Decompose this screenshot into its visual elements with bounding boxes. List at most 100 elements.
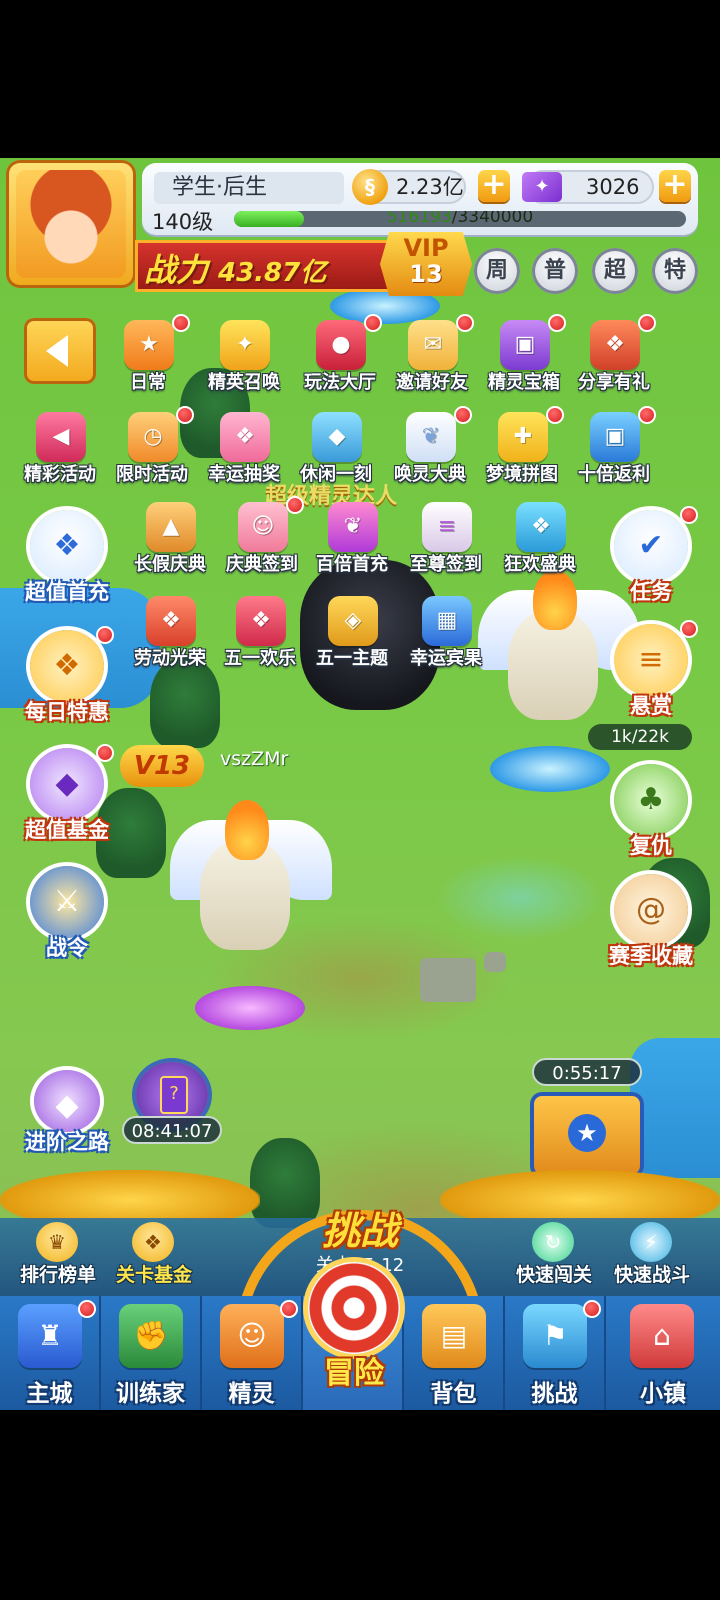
player-vip-tag: V13 bbox=[120, 745, 204, 787]
leisure-button[interactable]: ◆ 休闲一刻 bbox=[290, 410, 382, 502]
notification-dot bbox=[548, 314, 566, 332]
battle-pass-button[interactable]: ⚔ 战令 bbox=[18, 866, 116, 966]
boxing-glove-icon: ● bbox=[316, 320, 366, 370]
festival-signin-button[interactable]: ☺ 庆典签到 bbox=[216, 496, 308, 592]
nav-trainer[interactable]: ✊ 训练家 bbox=[101, 1296, 202, 1410]
girl-icon: ☺ bbox=[238, 502, 288, 552]
house-icon: ⌂ bbox=[630, 1304, 694, 1368]
holiday-festival-button[interactable]: ▲ 长假庆典 bbox=[124, 500, 216, 592]
may-day-theme-button[interactable]: ◈ 五一主题 bbox=[306, 594, 398, 686]
hundredfold-recharge-button[interactable]: ❦ 百倍首充 bbox=[306, 500, 398, 592]
feature-label: 长假庆典 bbox=[134, 554, 206, 575]
events-button[interactable]: ◀ 精彩活动 bbox=[14, 410, 106, 502]
advance-road-button[interactable]: ◆ 进阶之路 bbox=[18, 1070, 116, 1170]
player-name: 学生·后生 bbox=[154, 172, 344, 204]
daily-button[interactable]: ★ 日常 bbox=[102, 314, 194, 410]
carnival-button[interactable]: ❖ 狂欢盛典 bbox=[494, 500, 586, 592]
backpack-icon: ▤ bbox=[422, 1304, 486, 1368]
feature-label: 五一欢乐 bbox=[224, 648, 296, 669]
reward-chest[interactable]: ★ bbox=[530, 1092, 644, 1178]
may-day-fun-button[interactable]: ❖ 五一欢乐 bbox=[214, 594, 306, 686]
rock bbox=[420, 958, 476, 1002]
nav-town[interactable]: ⌂ 小镇 bbox=[606, 1296, 720, 1410]
add-gems-button[interactable]: + bbox=[659, 170, 691, 202]
normal-button[interactable]: 普 bbox=[532, 248, 578, 294]
daily-deal-button[interactable]: ❖ 每日特惠 bbox=[18, 626, 116, 730]
gold-pile bbox=[440, 1170, 720, 1220]
treasure-icon: ◈ bbox=[328, 596, 378, 646]
gift-box-icon: ❖ bbox=[30, 510, 104, 582]
trophy-icon: ♛ bbox=[36, 1222, 78, 1262]
quest-button[interactable]: ✔ 任务 bbox=[602, 506, 700, 610]
tenfold-rebate-button[interactable]: ▣ 十倍返利 bbox=[568, 406, 660, 502]
map-pin-icon: ⚑ bbox=[523, 1304, 587, 1368]
supreme-signin-button[interactable]: ≡ 至尊签到 bbox=[400, 500, 492, 592]
value-fund-button[interactable]: ◆ 超值基金 bbox=[18, 744, 116, 848]
leaderboard-button[interactable]: ♛ 排行榜单 bbox=[8, 1222, 108, 1292]
action-label: 快速战斗 bbox=[613, 1264, 690, 1286]
feature-label: 唤灵大典 bbox=[394, 464, 466, 485]
side-label: 任务 bbox=[630, 580, 672, 604]
player-avatar[interactable] bbox=[6, 160, 136, 288]
nav-label: 主城 bbox=[26, 1381, 73, 1407]
super-button[interactable]: 超 bbox=[592, 248, 638, 294]
quick-battle-button[interactable]: ⚡ 快速战斗 bbox=[602, 1222, 702, 1292]
weekly-button[interactable]: 周 bbox=[474, 248, 520, 294]
nav-adventure[interactable]: 冒险 bbox=[302, 1262, 406, 1410]
spirit-chest-button[interactable]: ▣ 精灵宝箱 bbox=[478, 314, 570, 410]
tent-icon: ▲ bbox=[146, 502, 196, 552]
share-gift-button[interactable]: ❖ 分享有礼 bbox=[568, 314, 660, 410]
play-hall-button[interactable]: ● 玩法大厅 bbox=[294, 314, 386, 410]
revenge-button[interactable]: ♣ 复仇 bbox=[602, 764, 700, 864]
feature-label: 至尊签到 bbox=[410, 554, 482, 575]
special-button[interactable]: 特 bbox=[652, 248, 698, 294]
exp-bar: 516193/3340000 bbox=[234, 211, 686, 227]
scroll-icon: ≡ bbox=[614, 624, 688, 696]
wings-icon: ❦ bbox=[406, 412, 456, 462]
lucky-bingo-button[interactable]: ▦ 幸运宾果 bbox=[400, 594, 492, 686]
bounty-button[interactable]: ≡ 悬赏 bbox=[602, 620, 700, 724]
quick-pass-button[interactable]: ↻ 快速闯关 bbox=[504, 1222, 604, 1292]
labor-glory-button[interactable]: ❖ 劳动光荣 bbox=[124, 594, 216, 686]
megaphone-icon: ◀ bbox=[36, 412, 86, 462]
stage-fund-button[interactable]: ❖ 关卡基金 bbox=[104, 1222, 204, 1292]
awaken-ceremony-button[interactable]: ❦ 唤灵大典 bbox=[384, 406, 476, 502]
nav-label: 小镇 bbox=[640, 1381, 686, 1407]
limited-events-button[interactable]: ◷ 限时活动 bbox=[106, 406, 198, 502]
feature-label: 精英召唤 bbox=[208, 372, 280, 393]
lucky-draw-button[interactable]: ❖ 幸运抽奖 bbox=[198, 410, 290, 502]
coin-icon: § bbox=[352, 169, 388, 205]
notification-dot bbox=[546, 406, 564, 424]
collapse-button[interactable] bbox=[24, 318, 96, 384]
summon-star-icon: ✦ bbox=[220, 320, 270, 370]
feature-label: 梦境拼图 bbox=[486, 464, 558, 485]
dream-puzzle-button[interactable]: ✚ 梦境拼图 bbox=[476, 406, 568, 502]
add-coins-button[interactable]: + bbox=[478, 170, 510, 202]
notification-dot bbox=[176, 406, 194, 424]
notification-dot bbox=[456, 314, 474, 332]
side-label: 进阶之路 bbox=[25, 1130, 109, 1154]
season-collection-button[interactable]: @ 赛季收藏 bbox=[602, 874, 700, 974]
vip-label: VIP bbox=[403, 234, 449, 262]
scroll-icon: ≡ bbox=[422, 502, 472, 552]
nav-bag[interactable]: ▤ 背包 bbox=[404, 1296, 505, 1410]
player-map-name: vszZMr bbox=[220, 748, 289, 770]
nav-label: 训练家 bbox=[116, 1381, 185, 1407]
gem-icon: ✦ bbox=[522, 172, 562, 202]
feature-label: 限时活动 bbox=[116, 464, 188, 485]
invite-friends-button[interactable]: ✉ 邀请好友 bbox=[386, 314, 478, 410]
gift-box-icon: ❖ bbox=[30, 630, 104, 702]
treasure-chest-icon: ▣ bbox=[590, 412, 640, 462]
nav-label: 精灵 bbox=[228, 1381, 275, 1407]
first-recharge-button[interactable]: ❖ 超值首充 bbox=[18, 510, 116, 610]
nav-spirit[interactable]: ☺ 精灵 bbox=[202, 1296, 303, 1410]
player-spirit[interactable] bbox=[170, 800, 332, 1000]
nav-challenge[interactable]: ⚑ 挑战 bbox=[505, 1296, 606, 1410]
nav-main-city[interactable]: ♜ 主城 bbox=[0, 1296, 101, 1410]
notification-dot bbox=[78, 1300, 96, 1318]
sword-shield-icon: ⚔ bbox=[30, 866, 104, 938]
challenge-title: 挑战 bbox=[321, 1209, 398, 1253]
elite-summon-button[interactable]: ✦ 精英召唤 bbox=[198, 318, 290, 410]
notification-dot bbox=[96, 626, 114, 644]
vip-badge[interactable]: VIP 13 bbox=[380, 232, 472, 296]
